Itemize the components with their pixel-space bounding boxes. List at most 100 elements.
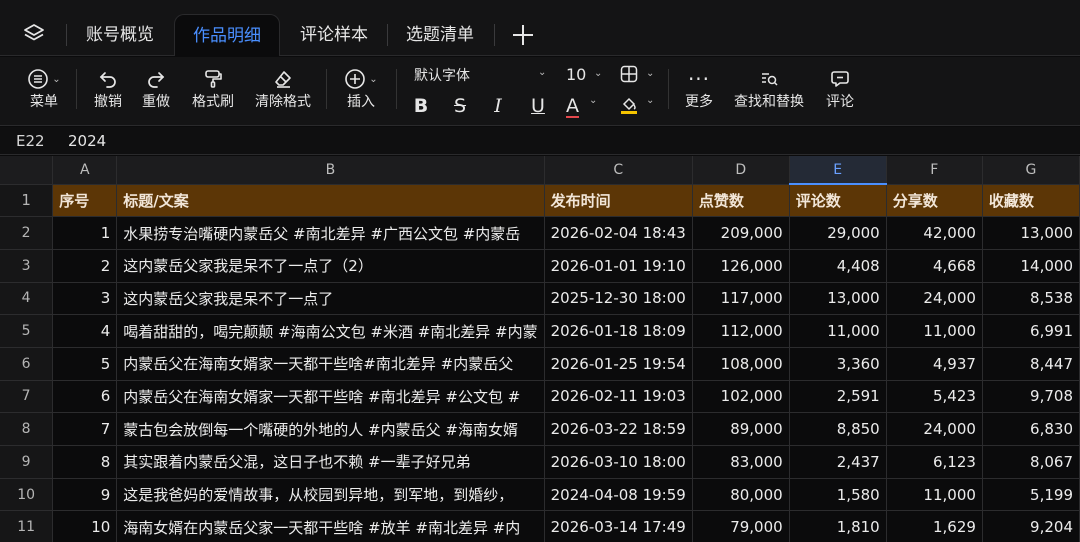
- bold-button[interactable]: B: [412, 95, 430, 119]
- insert-button[interactable]: ⌄ 插入: [338, 65, 384, 111]
- cell-title[interactable]: 海南女婿在内蒙岳父家一天都干些啥 #放羊 #南北差异 #内: [116, 510, 545, 542]
- cell-index[interactable]: 3: [52, 282, 118, 316]
- redo-button[interactable]: 重做: [136, 65, 176, 111]
- column-header-g[interactable]: G: [982, 156, 1080, 185]
- fill-color-button[interactable]: ⌄: [620, 95, 660, 119]
- cell-title[interactable]: 内蒙岳父在海南女婿家一天都干些啥#南北差异 #内蒙岳父: [116, 347, 545, 381]
- cell-comments[interactable]: 1,580: [789, 478, 887, 512]
- formula-input[interactable]: 2024: [68, 132, 106, 150]
- cell-index[interactable]: 5: [52, 347, 118, 381]
- cell-comments[interactable]: 2,437: [789, 445, 887, 479]
- cell-comments[interactable]: 3,360: [789, 347, 887, 381]
- cell-shares[interactable]: 11,000: [886, 314, 983, 348]
- cell-reference[interactable]: E22: [16, 132, 45, 150]
- cell-favorites[interactable]: 9,204: [982, 510, 1080, 542]
- cell-favorites[interactable]: 9,708: [982, 380, 1080, 414]
- cell-favorites[interactable]: 5,199: [982, 478, 1080, 512]
- cell-favorites[interactable]: 6,830: [982, 412, 1080, 446]
- cell-index[interactable]: 7: [52, 412, 118, 446]
- row-number[interactable]: 4: [0, 282, 54, 316]
- cell-favorites[interactable]: 14,000: [982, 249, 1080, 283]
- cell-shares[interactable]: 1,629: [886, 510, 983, 542]
- tab-account-overview[interactable]: 账号概览: [70, 14, 170, 56]
- cell-shares[interactable]: 24,000: [886, 412, 983, 446]
- cell-comments[interactable]: 13,000: [789, 282, 887, 316]
- row-number[interactable]: 6: [0, 347, 54, 381]
- more-button[interactable]: ··· 更多: [680, 65, 718, 111]
- cell-index[interactable]: 1: [52, 216, 118, 250]
- format-painter-button[interactable]: 格式刷: [186, 65, 240, 111]
- row-number[interactable]: 2: [0, 216, 54, 250]
- cell-comments[interactable]: 11,000: [789, 314, 887, 348]
- cell-favorites[interactable]: 8,538: [982, 282, 1080, 316]
- column-header-d[interactable]: D: [692, 156, 790, 185]
- cell-shares[interactable]: 42,000: [886, 216, 983, 250]
- header-cell-comments[interactable]: 评论数: [789, 184, 887, 218]
- cell-favorites[interactable]: 13,000: [982, 216, 1080, 250]
- menu-button[interactable]: ⌄ 菜单: [20, 65, 68, 111]
- italic-button[interactable]: I: [488, 95, 508, 119]
- column-header-f[interactable]: F: [886, 156, 983, 185]
- cell-index[interactable]: 9: [52, 478, 118, 512]
- row-number[interactable]: 11: [0, 510, 54, 542]
- font-family-select[interactable]: 默认字体 ⌄: [414, 65, 550, 87]
- cell-title[interactable]: 这内蒙岳父家我是呆不了一点了: [116, 282, 545, 316]
- column-header-e[interactable]: E: [789, 156, 887, 185]
- cell-publish-time[interactable]: 2026-03-22 18:59: [544, 412, 693, 446]
- cell-likes[interactable]: 102,000: [692, 380, 790, 414]
- header-cell-shares[interactable]: 分享数: [886, 184, 983, 218]
- cell-favorites[interactable]: 6,991: [982, 314, 1080, 348]
- find-replace-button[interactable]: 查找和替换: [730, 65, 808, 111]
- cell-likes[interactable]: 209,000: [692, 216, 790, 250]
- cell-shares[interactable]: 11,000: [886, 478, 983, 512]
- cell-publish-time[interactable]: 2026-03-10 18:00: [544, 445, 693, 479]
- cell-title[interactable]: 内蒙岳父在海南女婿家一天都干些啥 #南北差异 #公文包 #: [116, 380, 545, 414]
- strikethrough-button[interactable]: S: [450, 95, 470, 119]
- font-size-select[interactable]: 10 ⌄: [566, 65, 606, 87]
- cell-index[interactable]: 6: [52, 380, 118, 414]
- clear-format-button[interactable]: 清除格式: [250, 65, 316, 111]
- column-header-b[interactable]: B: [116, 156, 545, 185]
- cell-comments[interactable]: 1,810: [789, 510, 887, 542]
- cell-comments[interactable]: 29,000: [789, 216, 887, 250]
- underline-button[interactable]: U: [528, 95, 548, 119]
- column-header-c[interactable]: C: [544, 156, 693, 185]
- cell-likes[interactable]: 117,000: [692, 282, 790, 316]
- cell-index[interactable]: 4: [52, 314, 118, 348]
- tab-topic-list[interactable]: 选题清单: [390, 14, 490, 56]
- cell-comments[interactable]: 4,408: [789, 249, 887, 283]
- comment-button[interactable]: 评论: [820, 65, 860, 111]
- cell-title[interactable]: 喝着甜甜的，喝完颠颠 #海南公文包 #米酒 #南北差异 #内蒙: [116, 314, 545, 348]
- cell-comments[interactable]: 2,591: [789, 380, 887, 414]
- tab-works-detail[interactable]: 作品明细: [174, 14, 280, 56]
- cell-likes[interactable]: 80,000: [692, 478, 790, 512]
- undo-button[interactable]: 撤销: [88, 65, 128, 111]
- corner-cell[interactable]: [0, 156, 54, 185]
- tab-comment-samples[interactable]: 评论样本: [284, 14, 384, 56]
- cell-publish-time[interactable]: 2026-01-18 18:09: [544, 314, 693, 348]
- borders-button[interactable]: ⌄: [620, 65, 660, 87]
- cell-likes[interactable]: 112,000: [692, 314, 790, 348]
- header-cell-index[interactable]: 序号: [52, 184, 118, 218]
- row-number[interactable]: 1: [0, 184, 54, 218]
- add-sheet-icon[interactable]: [510, 22, 536, 48]
- cell-publish-time[interactable]: 2026-02-11 19:03: [544, 380, 693, 414]
- cell-favorites[interactable]: 8,067: [982, 445, 1080, 479]
- cell-likes[interactable]: 126,000: [692, 249, 790, 283]
- cell-publish-time[interactable]: 2024-04-08 19:59: [544, 478, 693, 512]
- cell-likes[interactable]: 79,000: [692, 510, 790, 542]
- cell-index[interactable]: 8: [52, 445, 118, 479]
- cell-publish-time[interactable]: 2026-02-04 18:43: [544, 216, 693, 250]
- cell-favorites[interactable]: 8,447: [982, 347, 1080, 381]
- row-number[interactable]: 3: [0, 249, 54, 283]
- cell-index[interactable]: 2: [52, 249, 118, 283]
- cell-index[interactable]: 10: [52, 510, 118, 542]
- cell-publish-time[interactable]: 2026-01-01 19:10: [544, 249, 693, 283]
- cell-title[interactable]: 这是我爸妈的爱情故事，从校园到异地，到军地，到婚纱，: [116, 478, 545, 512]
- cell-shares[interactable]: 5,423: [886, 380, 983, 414]
- layers-icon[interactable]: [22, 22, 46, 46]
- cell-title[interactable]: 水果捞专治嘴硬内蒙岳父 #南北差异 #广西公文包 #内蒙岳: [116, 216, 545, 250]
- cell-likes[interactable]: 89,000: [692, 412, 790, 446]
- row-number[interactable]: 10: [0, 478, 54, 512]
- column-header-a[interactable]: A: [52, 156, 118, 185]
